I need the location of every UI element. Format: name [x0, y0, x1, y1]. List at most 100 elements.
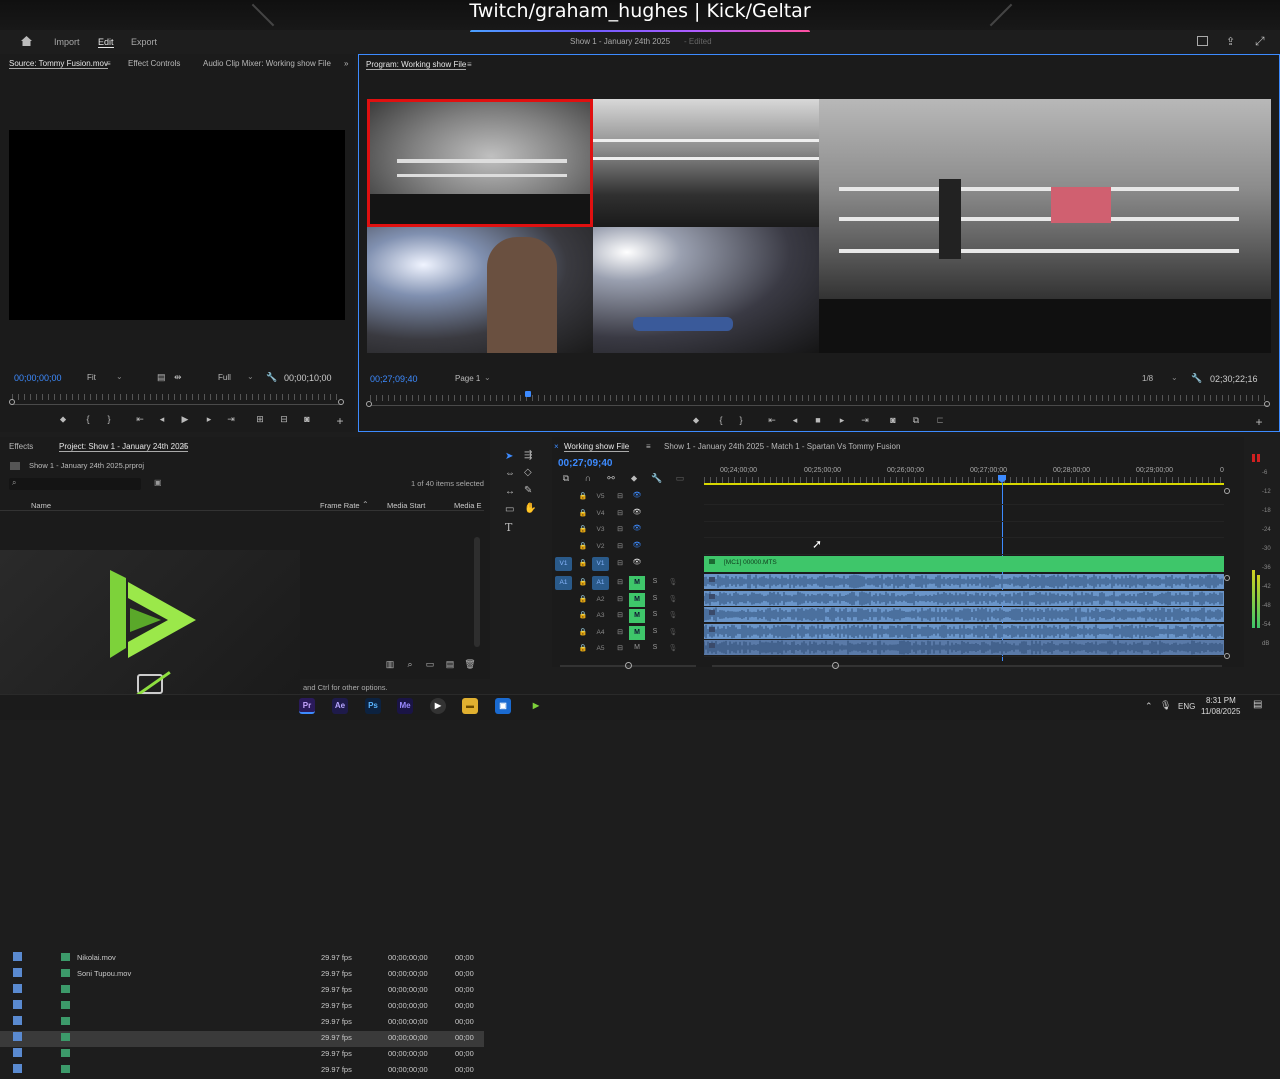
selection-tool-icon[interactable]: ➤	[505, 451, 513, 462]
source-patch[interactable]: A1	[555, 576, 572, 590]
multicam-toggle-icon[interactable]: ⧉	[910, 415, 922, 426]
slip-icon[interactable]: ↔	[505, 486, 515, 497]
icon-view-icon[interactable]: ▥	[384, 659, 396, 670]
microphone-icon[interactable]: 🎙	[667, 611, 679, 619]
table-row[interactable]: 29.97 fps 00;00;00;00 00;00	[0, 1047, 484, 1063]
lock-icon[interactable]: 🔒	[578, 492, 588, 500]
program-timecode[interactable]: 00;27;09;40	[370, 374, 418, 384]
scrollbar[interactable]	[474, 537, 480, 647]
file-explorer-icon[interactable]: ▬	[462, 698, 478, 714]
media-encoder-app-icon[interactable]: Me	[397, 698, 413, 714]
editor-app-icon[interactable]: ▣	[495, 698, 511, 714]
video-track-lane[interactable]	[704, 522, 1224, 538]
scroll-handle[interactable]	[832, 662, 839, 669]
solo-button[interactable]: S	[649, 578, 661, 585]
add-button-icon[interactable]: +	[1253, 415, 1265, 429]
track-name[interactable]: A1	[592, 576, 609, 590]
tab-program[interactable]: Program: Working show File	[366, 60, 467, 70]
comparison-icon[interactable]: ⊏	[934, 415, 946, 426]
tab-menu-icon[interactable]: ≡	[106, 59, 111, 68]
new-bin-icon[interactable]: ▣	[154, 478, 162, 487]
add-button-icon[interactable]: +	[334, 414, 346, 428]
work-area-bar[interactable]	[704, 483, 1224, 485]
track-name[interactable]: V5	[592, 490, 609, 504]
scrub-handle[interactable]	[366, 401, 372, 407]
step-back-icon[interactable]: ◂	[789, 415, 801, 426]
marker-icon[interactable]: ⬥	[690, 415, 702, 426]
lock-icon[interactable]: 🔒	[578, 628, 588, 636]
vertical-scroll-handle[interactable]	[1224, 653, 1230, 659]
razor-icon[interactable]: ◇	[524, 467, 532, 478]
pen-icon[interactable]: ✎	[524, 485, 532, 496]
tab-project[interactable]: Project: Show 1 - January 24th 2025	[59, 442, 189, 452]
tray-expand-icon[interactable]: ⌃	[1145, 701, 1153, 712]
mute-button[interactable]: M	[629, 576, 645, 590]
settings-icon[interactable]: ▤	[157, 372, 166, 383]
insert-edit-icon[interactable]: ⊞	[254, 414, 266, 425]
track-name[interactable]: V1	[592, 557, 609, 571]
label-color-icon[interactable]	[13, 952, 22, 961]
stop-icon[interactable]: ■	[812, 415, 824, 425]
lock-icon[interactable]: 🔒	[578, 542, 588, 550]
share-icon[interactable]: ⇪	[1226, 35, 1235, 48]
track-name[interactable]: V3	[592, 523, 609, 537]
notification-icon[interactable]: ▤	[1253, 699, 1262, 710]
mute-button[interactable]: M	[629, 626, 645, 640]
lock-icon[interactable]: 🔒	[578, 578, 588, 586]
new-bin-icon[interactable]: ▭	[424, 659, 436, 670]
table-row[interactable]: Soni Tupou.mov 29.97 fps 00;00;00;00 00;…	[0, 967, 484, 983]
close-icon[interactable]: ×	[554, 442, 559, 451]
tab-menu-icon[interactable]: ≡	[467, 60, 472, 69]
step-forward-icon[interactable]: ▸	[836, 415, 848, 426]
column-media-start[interactable]: Media Start	[387, 501, 425, 510]
table-row[interactable]: 29.97 fps 00;00;00;00 00;00	[0, 999, 484, 1015]
table-row[interactable]: 29.97 fps 00;00;00;00 00;00	[0, 1015, 484, 1031]
lock-icon[interactable]: 🔒	[578, 509, 588, 517]
track-name[interactable]: V2	[592, 540, 609, 554]
add-marker-icon[interactable]: ⬥	[628, 473, 640, 484]
zoom-handle[interactable]	[625, 662, 632, 669]
page-dropdown[interactable]: Page 1	[455, 374, 480, 383]
camera-angle-2[interactable]	[593, 99, 819, 227]
go-to-in-icon[interactable]: ⇤	[766, 415, 778, 426]
mark-in-icon[interactable]: {	[82, 414, 94, 424]
go-to-out-icon[interactable]: ⇥	[859, 415, 871, 426]
sync-lock-icon[interactable]: ⊟	[614, 542, 626, 550]
insert-sequence-icon[interactable]: ⧉	[560, 473, 572, 484]
quick-export-icon[interactable]	[1197, 36, 1208, 46]
table-row[interactable]: 29.97 fps 00;00;00;00 00;00	[0, 1063, 484, 1079]
play-icon[interactable]: ▶	[179, 414, 191, 425]
video-track-lane[interactable]	[704, 506, 1224, 522]
find-icon[interactable]: ⌕	[404, 659, 416, 670]
sync-lock-icon[interactable]: ⊟	[614, 525, 626, 533]
microphone-icon[interactable]: 🎙	[667, 595, 679, 603]
go-to-in-icon[interactable]: ⇤	[134, 414, 146, 425]
track-name[interactable]: V4	[592, 507, 609, 521]
eye-icon[interactable]: 👁	[631, 508, 643, 516]
microphone-icon[interactable]: 🎙	[1160, 700, 1171, 711]
fit-dropdown[interactable]: Fit	[87, 373, 96, 382]
camera-icon[interactable]: ◙	[887, 415, 899, 425]
import-tab[interactable]: Import	[54, 37, 80, 47]
microphone-icon[interactable]: 🎙	[667, 628, 679, 636]
track-name[interactable]: A4	[592, 626, 609, 640]
tab-effect-controls[interactable]: Effect Controls	[128, 59, 180, 68]
captions-icon[interactable]: ▭	[674, 473, 686, 484]
tab-menu-icon[interactable]: ≡	[646, 442, 651, 451]
trash-icon[interactable]: 🗑	[464, 659, 476, 670]
track-name[interactable]: A2	[592, 593, 609, 607]
tab-source[interactable]: Source: Tommy Fusion.mov	[9, 59, 108, 69]
track-name[interactable]: A3	[592, 609, 609, 623]
solo-button[interactable]: S	[649, 628, 661, 635]
linked-selection-icon[interactable]: ⚯	[605, 473, 617, 484]
scrub-handle[interactable]	[338, 399, 344, 405]
tab-working-show-file[interactable]: Working show File	[564, 442, 630, 452]
timeline-timecode[interactable]: 00;27;09;40	[558, 458, 612, 469]
quality-dropdown[interactable]: Full	[218, 373, 231, 382]
marker-icon[interactable]: ⬥	[57, 414, 69, 425]
solo-button[interactable]: S	[649, 644, 661, 651]
table-row[interactable]: Nikolai.mov 29.97 fps 00;00;00;00 00;00	[0, 951, 484, 967]
mute-button[interactable]: M	[631, 644, 643, 651]
premiere-app-icon[interactable]: Pr	[299, 698, 315, 714]
lock-icon[interactable]: 🔒	[578, 525, 588, 533]
